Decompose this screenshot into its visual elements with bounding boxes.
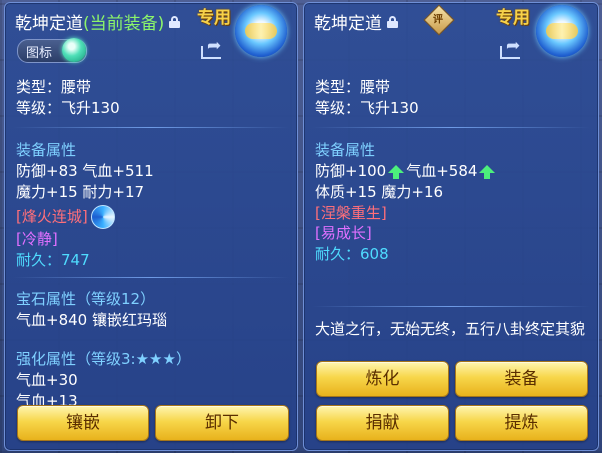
item-title: 乾坤定道 — [15, 14, 83, 34]
effect: [冷静] — [16, 230, 58, 248]
lock-icon[interactable] — [387, 15, 398, 28]
equipped-item-panel: 乾坤定道 (当前装备) 专用 图标 类型：腰带 等级：飞升130 装备属性 防御… — [4, 2, 298, 451]
item-type: 类型：腰带 — [16, 78, 92, 96]
share-icon[interactable] — [500, 36, 524, 60]
exclusive-label: 专用 — [496, 8, 530, 28]
seal-text: 评 — [432, 14, 443, 26]
share-icon[interactable] — [201, 36, 225, 60]
enhance-line-1: 气血+30 — [16, 371, 78, 389]
divider — [13, 127, 289, 128]
attr-hp: 气血+584 — [406, 162, 478, 180]
gem-header: 宝石属性（等级12） — [16, 290, 156, 308]
equip-button[interactable]: 装备 — [455, 361, 588, 397]
item-type: 类型：腰带 — [315, 78, 391, 96]
special-skill-text: [烽火连城] — [16, 207, 88, 226]
enhance-header: 强化属性（等级3:★★★） — [16, 350, 191, 368]
donate-button[interactable]: 捐献 — [316, 405, 449, 441]
attr-line-2: 体质+15 魔力+16 — [315, 183, 444, 201]
effect: [易成长] — [315, 224, 372, 242]
durability-label: 耐久： — [315, 245, 361, 263]
item-icon — [536, 5, 588, 57]
special-skill: [涅槃重生] — [315, 204, 387, 222]
attr-line-1: 防御+100 气血+584 — [315, 160, 497, 181]
durability: 耐久：608 — [315, 243, 389, 264]
attr-header: 装备属性 — [315, 141, 376, 159]
swirl-icon[interactable] — [90, 205, 115, 229]
durability-value: 608 — [360, 245, 389, 263]
extract-button[interactable]: 提炼 — [455, 405, 588, 441]
divider — [13, 277, 289, 278]
attr-defense: 防御+100 — [315, 162, 387, 180]
durability-label: 耐久： — [16, 251, 62, 269]
toggle-knob — [62, 38, 86, 62]
item-title-row: 乾坤定道 (当前装备) — [15, 9, 181, 34]
lock-icon[interactable] — [169, 15, 181, 28]
item-title-row: 乾坤定道 — [314, 9, 398, 34]
icon-toggle-label: 图标 — [26, 46, 53, 61]
inlay-button[interactable]: 镶嵌 — [17, 405, 149, 441]
compare-item-panel: 乾坤定道 评 专用 类型：腰带 等级：飞升130 装备属性 防御+100 气血+5… — [303, 2, 599, 451]
refine-button[interactable]: 炼化 — [316, 361, 449, 397]
exclusive-label: 专用 — [197, 8, 231, 28]
special-skill: [烽火连城] — [16, 205, 115, 229]
attr-line-2: 魔力+15 耐力+17 — [16, 183, 145, 201]
seal-icon[interactable]: 评 — [423, 4, 455, 36]
attr-header: 装备属性 — [16, 141, 77, 159]
durability-value: 747 — [61, 251, 90, 269]
item-level: 等级：飞升130 — [315, 99, 419, 117]
gem-line: 气血+840 镶嵌红玛瑙 — [16, 311, 167, 329]
item-title: 乾坤定道 — [314, 14, 382, 34]
up-arrow-icon — [388, 164, 405, 179]
item-level: 等级：飞升130 — [16, 99, 120, 117]
up-arrow-icon — [479, 164, 496, 179]
divider — [312, 306, 590, 307]
item-icon — [235, 5, 287, 57]
durability: 耐久：747 — [16, 249, 90, 270]
attr-line-1: 防御+83 气血+511 — [16, 162, 154, 180]
item-description: 大道之行，无始无终，五行八卦终定其貌 — [315, 320, 586, 338]
current-equip-tag: (当前装备) — [83, 14, 165, 34]
icon-toggle[interactable]: 图标 — [17, 38, 87, 63]
unequip-button[interactable]: 卸下 — [155, 405, 289, 441]
divider — [312, 127, 590, 128]
